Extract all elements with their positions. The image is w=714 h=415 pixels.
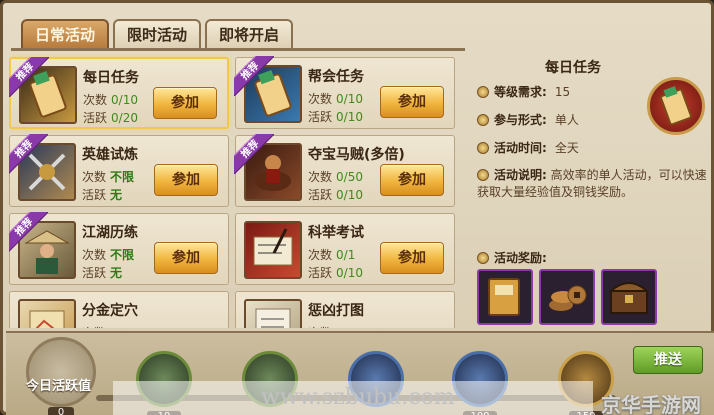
today-activity-ring (26, 337, 96, 407)
level-requirement: 等级需求: 15 (477, 83, 570, 100)
activity-title: 英雄试炼 (82, 147, 138, 163)
activity-title: 江湖历练 (82, 225, 138, 241)
activity-card-daily-task[interactable]: 推荐 每日任务 次数 0/10 活跃 0/20 参加 (9, 57, 229, 129)
count-value: 0/10 (111, 93, 138, 107)
join-button[interactable]: 参加 (154, 164, 218, 196)
tab-underline (11, 48, 465, 51)
activity-title: 每日任务 (83, 70, 139, 86)
activity-window: 日常活动 限时活动 即将开启 推荐 每日任务 次数 0/10 活跃 0/20 参加 … (0, 0, 714, 415)
today-activity-value: 0 (48, 407, 74, 415)
activity-time: 活动时间: 全天 (477, 139, 579, 156)
detail-title: 每日任务 (545, 60, 601, 76)
activity-title: 分金定穴 (82, 303, 138, 319)
active-value: 0/10 (336, 110, 363, 124)
activity-card-punish-bandits[interactable]: 惩凶打图 次数 (235, 291, 455, 328)
tab-bar: 日常活动 限时活动 即将开启 (21, 19, 294, 49)
recommend-ribbon: 推荐 (234, 56, 274, 96)
brand-watermark: 京华手游网 (601, 393, 701, 415)
count-value: 不限 (110, 170, 135, 184)
recommend-ribbon: 推荐 (9, 57, 49, 97)
reward-label: 活动奖励: (477, 249, 547, 266)
recommend-ribbon: 推荐 (9, 134, 48, 174)
activity-card-horse-bandit[interactable]: 推荐 夺宝马贼(多倍) 次数 0/50 活跃 0/10 参加 (234, 134, 455, 207)
count-row: 次数 0/10 (83, 93, 138, 107)
activity-list[interactable]: 推荐 每日任务 次数 0/10 活跃 0/20 参加 推荐 帮会任务 次数 0/10 … (9, 53, 465, 328)
reward-treasure-chest-icon[interactable] (601, 269, 657, 325)
participation-mode: 参与形式: 单人 (477, 111, 579, 128)
active-value: 0/20 (111, 111, 138, 125)
gold-cave-portrait (18, 299, 76, 328)
punish-bandits-portrait (244, 299, 302, 328)
activity-card-jianghu[interactable]: 推荐 江湖历练 次数 不限 活跃无 参加 (9, 212, 229, 285)
bullet-icon (477, 169, 489, 181)
notice-paper-icon (255, 308, 291, 328)
bullet-icon (477, 114, 489, 126)
active-row: 活跃 0/20 (83, 111, 138, 125)
active-row: 活跃无 (82, 266, 123, 280)
today-activity-label: 今日活跃值 (26, 379, 92, 394)
count-row: 次数 (308, 324, 332, 328)
recommend-ribbon: 推荐 (9, 212, 48, 252)
activity-card-imperial-exam[interactable]: 科举考试 次数 0/1 活跃 0/10 参加 (235, 213, 455, 285)
active-row: 活跃 0/10 (308, 188, 363, 202)
site-watermark: www.szbubu.com (113, 381, 593, 415)
active-row: 活跃无 (82, 188, 123, 202)
count-value: 不限 (110, 248, 135, 262)
imperial-exam-portrait (244, 221, 302, 279)
tab-limited[interactable]: 限时活动 (113, 19, 202, 49)
count-row: 次数 不限 (82, 170, 135, 184)
activity-card-gold-cave[interactable]: 分金定穴 次数 (9, 291, 229, 328)
active-row: 活跃 0/10 (308, 266, 363, 280)
activity-title: 惩凶打图 (308, 303, 364, 319)
join-button[interactable]: 参加 (153, 87, 217, 119)
activity-card-guild-task[interactable]: 推荐 帮会任务 次数 0/10 活跃 0/10 参加 (234, 56, 455, 129)
bullet-icon (477, 252, 489, 264)
reward-exp-book-icon[interactable] (477, 269, 533, 325)
activity-card-hero-trial[interactable]: 推荐 英雄试炼 次数 不限 活跃无 参加 (9, 134, 229, 207)
tab-upcoming[interactable]: 即将开启 (205, 19, 294, 49)
count-row: 次数 不限 (82, 248, 135, 262)
count-row: 次数 0/50 (308, 170, 363, 184)
reward-coins-icon[interactable] (539, 269, 595, 325)
active-value: 0/10 (336, 188, 363, 202)
map-icon (29, 310, 65, 328)
count-value: 0/50 (336, 170, 363, 184)
active-value: 0/10 (336, 266, 363, 280)
activity-description: 活动说明: 高效率的单人活动，可以快速获取大量经验值及铜钱奖励。 (477, 168, 707, 199)
scroll-brush-icon (253, 228, 293, 266)
recommend-ribbon: 推荐 (234, 134, 274, 174)
join-button[interactable]: 参加 (380, 86, 444, 118)
activity-title: 科举考试 (308, 225, 364, 241)
activity-detail-panel: 每日任务 等级需求: 15 参与形式: 单人 活动时间: 全天 活动说明: 高效率的单… (471, 53, 709, 325)
count-row: 次数 0/10 (308, 92, 363, 106)
daily-task-emblem-icon (647, 77, 705, 135)
join-button[interactable]: 参加 (154, 242, 218, 274)
active-value: 无 (110, 188, 123, 202)
activity-title: 帮会任务 (308, 69, 364, 85)
count-value: 0/1 (336, 248, 356, 262)
tab-daily[interactable]: 日常活动 (21, 19, 110, 49)
bullet-icon (477, 86, 489, 98)
count-value: 0/10 (336, 92, 363, 106)
activity-title: 夺宝马贼(多倍) (308, 147, 405, 163)
join-button[interactable]: 参加 (380, 242, 444, 274)
bullet-icon (477, 142, 489, 154)
push-button[interactable]: 推送 (633, 346, 703, 374)
active-value: 无 (110, 266, 123, 280)
count-row: 次数 0/1 (308, 248, 356, 262)
join-button[interactable]: 参加 (380, 164, 444, 196)
count-row: 次数 (82, 324, 106, 328)
active-row: 活跃 0/10 (308, 110, 363, 124)
